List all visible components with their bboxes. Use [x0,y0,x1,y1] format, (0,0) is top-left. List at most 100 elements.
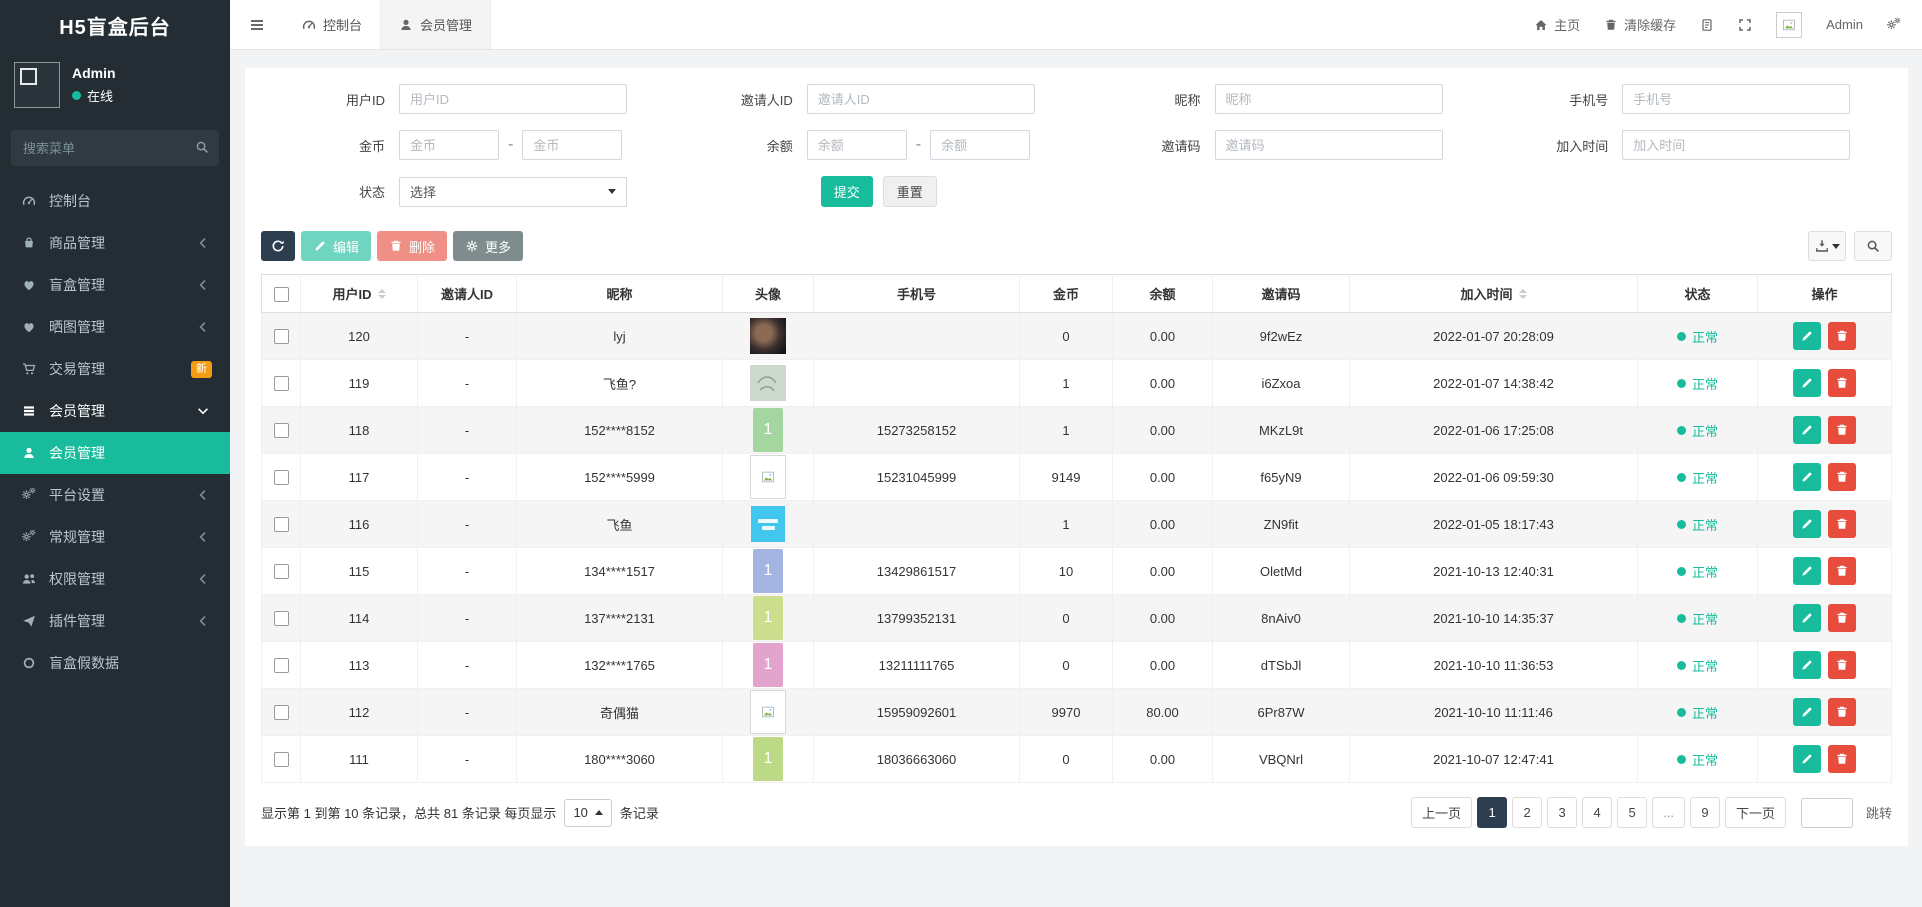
row-delete-button[interactable] [1828,510,1856,538]
balance-min-input[interactable] [807,130,907,160]
row-delete-button[interactable] [1828,416,1856,444]
status-badge: 正常 [1677,374,1718,393]
row-checkbox[interactable] [274,564,289,579]
row-edit-button[interactable] [1793,369,1821,397]
next-page-button[interactable]: 下一页 [1725,797,1786,828]
row-edit-button[interactable] [1793,698,1821,726]
sidebar-item-permission[interactable]: 权限管理 [0,558,230,600]
row-delete-button[interactable] [1828,557,1856,585]
sidebar-item-photos[interactable]: 晒图管理 [0,306,230,348]
row-checkbox[interactable] [274,658,289,673]
refresh-button[interactable] [261,231,295,261]
jump-button[interactable]: 跳转 [1866,803,1892,822]
nickname-input[interactable] [1215,84,1443,114]
row-edit-button[interactable] [1793,463,1821,491]
row-delete-button[interactable] [1828,369,1856,397]
phone-input[interactable] [1622,84,1850,114]
row-checkbox[interactable] [274,376,289,391]
row-checkbox[interactable] [274,470,289,485]
gears-icon[interactable] [1887,18,1901,32]
row-checkbox[interactable] [274,423,289,438]
row-delete-button[interactable] [1828,604,1856,632]
tab-member[interactable]: 会员管理 [380,0,491,49]
per-page-select[interactable]: 10 [564,799,611,827]
page-button-9[interactable]: 9 [1690,797,1720,828]
home-link[interactable]: 主页 [1534,15,1580,34]
cell-gold: 9970 [1020,689,1113,736]
sidebar-item-blindbox[interactable]: 盲盒管理 [0,264,230,306]
row-checkbox[interactable] [274,517,289,532]
cell-invite-code: 6Pr87W [1213,689,1350,736]
export-button[interactable] [1808,231,1846,261]
sidebar-item-trade[interactable]: 交易管理新 [0,348,230,390]
fullscreen-icon[interactable] [1738,18,1752,32]
row-delete-button[interactable] [1828,698,1856,726]
cell-invite-code: i6Zxoa [1213,360,1350,407]
select-all-checkbox[interactable] [274,287,289,302]
reset-button[interactable]: 重置 [883,176,937,207]
hamburger-icon[interactable] [230,0,284,49]
cell-invite-code: dTSbJl [1213,642,1350,689]
cell-nickname: 137****2131 [517,595,723,642]
row-edit-button[interactable] [1793,322,1821,350]
sidebar-item-member-group[interactable]: 会员管理 [0,390,230,432]
page-button-5[interactable]: 5 [1617,797,1647,828]
page-button-2[interactable]: 2 [1512,797,1542,828]
row-delete-button[interactable] [1828,745,1856,773]
tab-dashboard[interactable]: 控制台 [284,0,380,49]
delete-button[interactable]: 删除 [377,231,447,261]
status-select[interactable]: 选择 [399,177,627,207]
sidebar-item-plugin[interactable]: 插件管理 [0,600,230,642]
row-edit-button[interactable] [1793,745,1821,773]
join-time-input[interactable] [1622,130,1850,160]
row-checkbox[interactable] [274,705,289,720]
invite-code-input[interactable] [1215,130,1443,160]
row-edit-button[interactable] [1793,604,1821,632]
page-button-3[interactable]: 3 [1547,797,1577,828]
row-delete-button[interactable] [1828,651,1856,679]
more-button[interactable]: 更多 [453,231,523,261]
sidebar-item-goods[interactable]: 商品管理 [0,222,230,264]
page-button-4[interactable]: 4 [1582,797,1612,828]
column-header[interactable]: 加入时间 [1350,275,1638,313]
gold-min-input[interactable] [399,130,499,160]
inviter-id-input[interactable] [807,84,1035,114]
clear-cache-link[interactable]: 清除缓存 [1604,15,1676,34]
sidebar-item-member[interactable]: 会员管理 [0,432,230,474]
ring-icon [22,656,38,670]
cell-nickname: 奇偶猫 [517,689,723,736]
row-delete-button[interactable] [1828,322,1856,350]
row-edit-button[interactable] [1793,557,1821,585]
jump-page-input[interactable] [1801,798,1853,828]
trash-icon [1604,18,1618,32]
cell-nickname: 180****3060 [517,736,723,783]
sidebar-item-general[interactable]: 常规管理 [0,516,230,558]
row-checkbox[interactable] [274,329,289,344]
page-button-1[interactable]: 1 [1477,797,1507,828]
column-header[interactable]: 用户ID [301,275,418,313]
row-edit-button[interactable] [1793,651,1821,679]
column-header: 金币 [1020,275,1113,313]
prev-page-button[interactable]: 上一页 [1411,797,1472,828]
menu-search-input[interactable] [11,130,219,166]
cell-nickname: 152****5999 [517,454,723,501]
submit-button[interactable]: 提交 [821,176,873,207]
row-checkbox[interactable] [274,611,289,626]
row-edit-button[interactable] [1793,416,1821,444]
admin-avatar[interactable] [1776,12,1802,38]
edit-button[interactable]: 编辑 [301,231,371,261]
doc-icon[interactable] [1700,18,1714,32]
sidebar-item-fake-data[interactable]: 盲盒假数据 [0,642,230,684]
gold-max-input[interactable] [522,130,622,160]
admin-username[interactable]: Admin [1826,17,1863,32]
sidebar-item-dashboard[interactable]: 控制台 [0,180,230,222]
search-toggle-button[interactable] [1854,231,1892,261]
row-delete-button[interactable] [1828,463,1856,491]
balance-max-input[interactable] [930,130,1030,160]
sidebar-item-platform[interactable]: 平台设置 [0,474,230,516]
filter-invite-code: 邀请码 [1077,130,1485,160]
user-id-input[interactable] [399,84,627,114]
row-checkbox[interactable] [274,752,289,767]
cell-gold: 9149 [1020,454,1113,501]
row-edit-button[interactable] [1793,510,1821,538]
